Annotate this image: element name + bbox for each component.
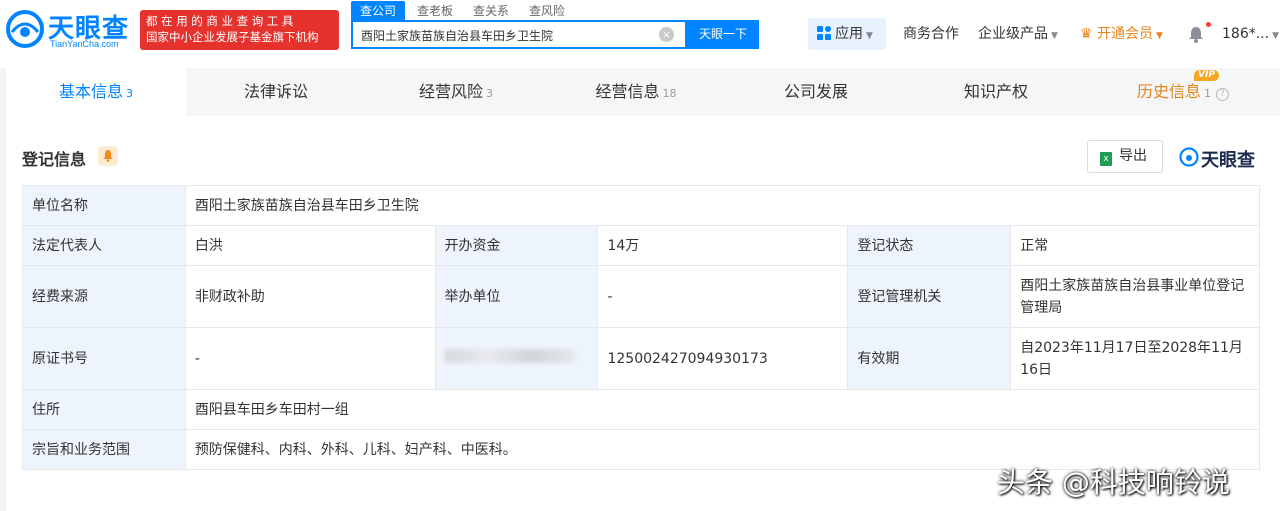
chevron-down-icon: ▼	[1156, 31, 1163, 41]
company-tabs: 基本信息 3 法律诉讼 经营风险 3 经营信息 18 公司发展 知识产权 历史信息 1?	[6, 68, 1280, 116]
tab-count: 3	[486, 87, 493, 100]
status-label: 登记状态	[847, 225, 1012, 266]
eye-logo-icon	[1179, 147, 1199, 167]
apps-menu[interactable]: 应用 ▼	[808, 18, 886, 50]
chevron-down-icon: ▼	[1272, 31, 1279, 41]
tab-count: 1	[1204, 87, 1211, 100]
tab-operation[interactable]: 经营信息 18	[546, 68, 726, 116]
credit-code-value: 125002427094930173	[597, 327, 849, 390]
tab-label: 知识产权	[963, 82, 1028, 101]
promo-line-2: 国家中小企业发展子基金旗下机构	[146, 30, 319, 44]
enterprise-label: 企业级产品	[978, 26, 1048, 42]
search-tab-boss[interactable]: 查老板	[408, 1, 462, 20]
sponsor-label: 举办单位	[434, 265, 599, 328]
notification-dot	[1206, 22, 1211, 27]
search-input[interactable]: 酉阳土家族苗族自治县车田乡卫生院	[361, 27, 651, 44]
registration-table: 单位名称 酉阳土家族苗族自治县车田乡卫生院 法定代表人 白洪 开办资金 14万 …	[22, 185, 1261, 470]
capital-value: 14万	[597, 225, 849, 266]
credit-code-label	[434, 327, 599, 390]
export-label: 导出	[1119, 148, 1147, 164]
tab-label: 经营风险	[418, 82, 483, 101]
excel-icon: x	[1100, 152, 1112, 166]
table-row: 经费来源 非财政补助 举办单位 - 登记管理机关 酉阳土家族苗族自治县事业单位登…	[22, 265, 1260, 328]
chevron-down-icon: ▼	[866, 31, 873, 41]
eye-logo-icon	[6, 10, 44, 48]
validity-label: 有效期	[847, 327, 1012, 390]
address-value: 酉阳县车田乡车田村一组	[184, 389, 1261, 430]
open-vip-menu[interactable]: ♛ 开通会员 ▼	[1080, 18, 1163, 50]
authority-value: 酉阳土家族苗族自治县事业单位登记管理局	[1010, 265, 1260, 328]
tab-count: 18	[662, 87, 677, 100]
logo-domain: TianYanCha.com	[50, 39, 119, 49]
legal-rep-label: 法定代表人	[22, 225, 186, 266]
crown-icon: ♛	[1080, 26, 1098, 42]
user-label: 186*...	[1222, 26, 1270, 42]
table-row: 原证书号 - 125002427094930173 有效期 自2023年11月1…	[22, 327, 1260, 390]
search-button[interactable]: 天眼一下	[687, 20, 759, 49]
watermark-text: 头条 @科技响铃说	[997, 466, 1230, 499]
status-value: 正常	[1010, 225, 1260, 266]
tab-label: 基本信息	[58, 82, 123, 101]
apps-label: 应用	[835, 26, 863, 42]
tab-legal[interactable]: 法律诉讼	[186, 68, 366, 116]
promo-banner[interactable]: 都在用的商业查询工具 国家中小企业发展子基金旗下机构	[140, 10, 339, 50]
funding-value: 非财政补助	[184, 265, 436, 328]
unit-name-value: 酉阳土家族苗族自治县车田乡卫生院	[184, 185, 1261, 226]
search-tab-company[interactable]: 查公司	[351, 1, 406, 20]
help-icon[interactable]: ?	[1216, 88, 1229, 101]
funding-label: 经费来源	[22, 265, 186, 328]
legal-rep-value[interactable]: 白洪	[184, 225, 436, 266]
search-input-box[interactable]: 酉阳土家族苗族自治县车田乡卫生院 ×	[351, 20, 687, 49]
tab-development[interactable]: 公司发展	[726, 68, 906, 116]
vip-label: 开通会员	[1097, 26, 1154, 42]
search-tab-relation[interactable]: 查关系	[464, 1, 518, 20]
registration-panel: 登记信息 x 导出 天眼查 单位名称 酉阳土家族苗族自治县车田乡卫生院 法定代表人…	[6, 116, 1280, 511]
cert-label: 原证书号	[22, 327, 186, 390]
notification-bell-icon[interactable]	[1187, 25, 1205, 43]
tab-ip[interactable]: 知识产权	[906, 68, 1086, 116]
promo-line-1: 都在用的商业查询工具	[146, 14, 297, 28]
tab-basic-info[interactable]: 基本信息 3	[6, 68, 186, 116]
user-account-menu[interactable]: 186*... ▼	[1222, 18, 1279, 50]
cert-value: -	[184, 327, 436, 390]
business-cooperation-link[interactable]: 商务合作	[903, 18, 959, 50]
unit-name-label: 单位名称	[22, 185, 186, 226]
sponsor-value: -	[597, 265, 849, 328]
tab-count: 3	[126, 87, 133, 100]
section-title: 登记信息	[22, 150, 87, 169]
search-tabs: 查公司 查老板 查关系 查风险	[351, 0, 771, 20]
capital-label: 开办资金	[434, 225, 599, 266]
tab-label: 法律诉讼	[243, 82, 308, 101]
tab-label: 公司发展	[783, 82, 848, 101]
brand-name: 天眼查	[1201, 150, 1255, 171]
table-row: 住所 酉阳县车田乡车田村一组	[22, 389, 1261, 430]
scope-label: 宗旨和业务范围	[22, 429, 186, 470]
clear-icon[interactable]: ×	[659, 27, 674, 42]
search-tab-risk[interactable]: 查风险	[520, 1, 574, 20]
tab-history[interactable]: 历史信息 1?	[1086, 68, 1280, 116]
vip-badge: VIP	[1194, 70, 1219, 81]
top-header: 天眼查 TianYanCha.com 都在用的商业查询工具 国家中小企业发展子基…	[0, 0, 1280, 68]
tianyancha-logo[interactable]: 天眼查 TianYanCha.com	[6, 8, 136, 50]
authority-label: 登记管理机关	[847, 265, 1012, 328]
monitor-bell-icon[interactable]	[98, 146, 118, 166]
address-label: 住所	[22, 389, 186, 430]
apps-grid-icon	[817, 26, 831, 40]
chevron-down-icon: ▼	[1051, 31, 1058, 41]
table-row: 单位名称 酉阳土家族苗族自治县车田乡卫生院	[22, 185, 1261, 226]
blurred-label	[444, 348, 575, 363]
tab-label: 历史信息	[1136, 82, 1201, 101]
tab-risk[interactable]: 经营风险 3	[366, 68, 546, 116]
tianyancha-brand-mark: 天眼查	[1179, 146, 1263, 171]
tab-label: 经营信息	[595, 82, 660, 101]
validity-value: 自2023年11月17日至2028年11月16日	[1010, 327, 1260, 390]
export-button[interactable]: x 导出	[1087, 140, 1163, 173]
table-row: 法定代表人 白洪 开办资金 14万 登记状态 正常	[22, 225, 1260, 266]
enterprise-products-menu[interactable]: 企业级产品 ▼	[978, 18, 1058, 50]
